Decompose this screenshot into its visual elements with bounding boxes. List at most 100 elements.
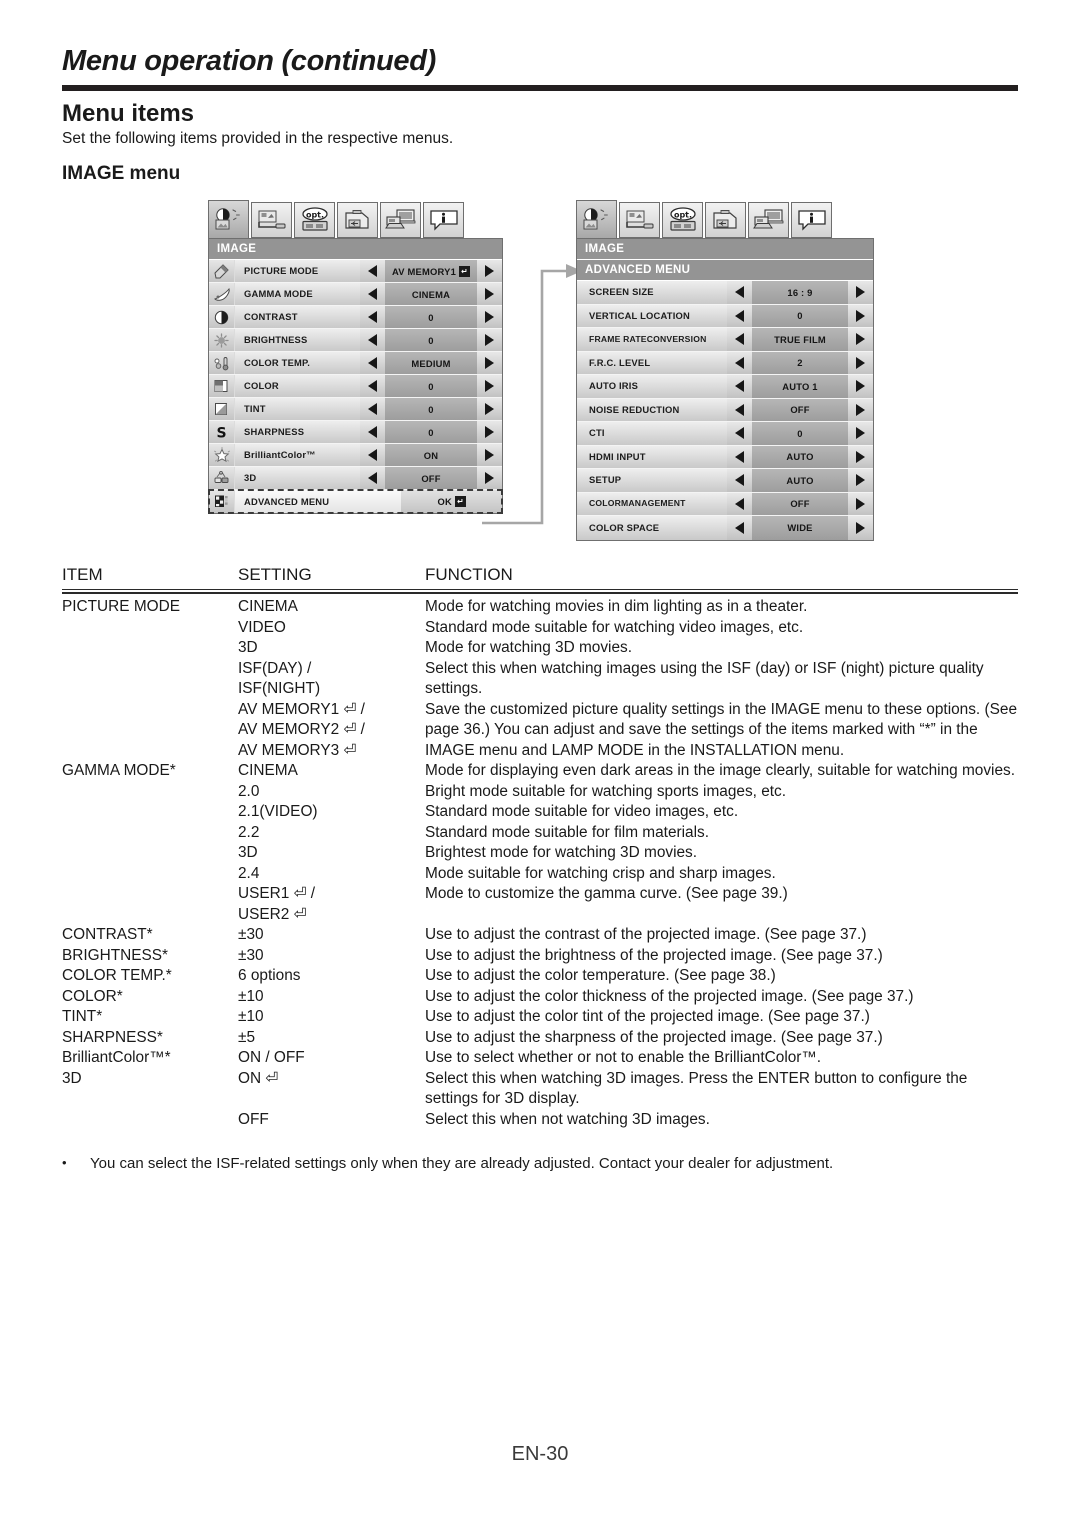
network-tab-icon[interactable]: [748, 202, 789, 238]
cell-item: TINT*: [62, 1008, 103, 1025]
section-title: Menu items: [62, 100, 195, 127]
osd-row-color-space[interactable]: COLOR SPACE WIDE: [577, 516, 873, 540]
osd-row-noise-reduction[interactable]: NOISE REDUCTION OFF: [577, 398, 873, 422]
osd-row-picture-mode[interactable]: PICTURE MODE AV MEMORY1 ↵: [209, 260, 502, 283]
right-arrow-icon[interactable]: [848, 516, 873, 540]
osd-value: AV MEMORY1 ↵: [385, 260, 477, 282]
osd-row-color[interactable]: COLOR 0: [209, 375, 502, 398]
right-arrow-icon[interactable]: [848, 422, 873, 445]
image-tab-icon[interactable]: [576, 200, 617, 238]
network-tab-icon[interactable]: [380, 202, 421, 238]
right-arrow-icon[interactable]: [848, 445, 873, 468]
left-arrow-icon[interactable]: [727, 445, 752, 468]
left-arrow-icon[interactable]: [360, 467, 385, 489]
left-arrow-icon[interactable]: [727, 398, 752, 421]
osd-row-color-management[interactable]: COLOR MANAGEMENT OFF: [577, 492, 873, 516]
osd-tab-bar: opt.: [576, 200, 874, 238]
osd-row-color-temp[interactable]: COLOR TEMP. MEDIUM: [209, 352, 502, 375]
right-arrow-icon[interactable]: [848, 492, 873, 515]
osd-value: 0: [385, 398, 477, 420]
right-arrow-icon[interactable]: [848, 351, 873, 374]
left-arrow-icon[interactable]: [360, 398, 385, 420]
cell-function: Use to adjust the brightness of the proj…: [425, 946, 883, 964]
three-d-icon: [209, 467, 235, 489]
osd-label: HDMI INPUT: [577, 445, 727, 468]
osd-header-image: IMAGE: [577, 239, 873, 260]
osd-row-advanced-menu[interactable]: ADVANCED MENU OK ↵: [208, 489, 503, 514]
option-tab-icon[interactable]: opt.: [662, 202, 703, 238]
table-row: COLOR TEMP.* 6 options Use to adjust the c…: [62, 966, 1018, 987]
osd-row-sharpness[interactable]: S SHARPNESS 0: [209, 421, 502, 444]
left-arrow-icon[interactable]: [727, 328, 752, 351]
installation-tab-icon[interactable]: [619, 202, 660, 238]
osd-row-cti[interactable]: CTI 0: [577, 422, 873, 446]
footnote: • You can select the ISF-related setting…: [62, 1155, 1018, 1172]
information-tab-icon[interactable]: [791, 202, 832, 238]
right-arrow-icon[interactable]: [848, 469, 873, 492]
section-intro: Set the following items provided in the …: [62, 130, 454, 147]
osd-row-contrast[interactable]: CONTRAST 0: [209, 306, 502, 329]
osd-value: AUTO: [752, 469, 848, 492]
left-arrow-icon[interactable]: [360, 306, 385, 328]
osd-row-hdmi-input[interactable]: HDMI INPUT AUTO: [577, 445, 873, 469]
left-arrow-icon[interactable]: [727, 281, 752, 304]
installation-tab-icon[interactable]: [251, 202, 292, 238]
left-arrow-icon[interactable]: [360, 421, 385, 443]
right-arrow-icon[interactable]: [848, 328, 873, 351]
osd-label: AUTO IRIS: [577, 375, 727, 398]
left-arrow-icon[interactable]: [360, 260, 385, 282]
left-arrow-icon[interactable]: [360, 352, 385, 374]
cell-function: Use to adjust the color thickness of the…: [425, 987, 914, 1005]
osd-row-setup[interactable]: SETUP AUTO: [577, 469, 873, 493]
osd-row-gamma-mode[interactable]: GAMMA MODE CINEMA: [209, 283, 502, 306]
option-tab-icon[interactable]: opt.: [294, 202, 335, 238]
right-arrow-icon[interactable]: [848, 375, 873, 398]
left-arrow-icon[interactable]: [360, 444, 385, 466]
osd-row-3d[interactable]: 3D OFF: [209, 467, 502, 490]
column-header-function: FUNCTION: [425, 565, 513, 584]
signal-tab-icon[interactable]: [705, 202, 746, 238]
osd-row-brightness[interactable]: BRIGHTNESS 0: [209, 329, 502, 352]
left-arrow-icon[interactable]: [360, 375, 385, 397]
left-arrow-icon[interactable]: [727, 492, 752, 515]
table-header-row: ITEM SETTING FUNCTION: [62, 565, 1018, 594]
osd-value: WIDE: [752, 516, 848, 540]
osd-row-frc-level[interactable]: F.R.C. LEVEL 2: [577, 351, 873, 375]
cell-function: Mode for displaying even dark areas in t…: [425, 762, 1015, 779]
osd-value: 0: [385, 375, 477, 397]
osd-value: AUTO 1: [752, 375, 848, 398]
cell-setting: 2.4: [238, 864, 260, 882]
cell-function: Standard mode suitable for watching vide…: [425, 618, 804, 636]
information-tab-icon[interactable]: [423, 202, 464, 238]
cell-setting: OFF: [238, 1110, 269, 1128]
right-arrow-icon[interactable]: [848, 304, 873, 327]
cell-setting: ISF(DAY) / ISF(NIGHT): [238, 659, 321, 698]
cell-item: COLOR TEMP.*: [62, 967, 172, 984]
osd-row-brilliantcolor[interactable]: BrilliantColor™ ON: [209, 444, 502, 467]
osd-row-tint[interactable]: TINT 0: [209, 398, 502, 421]
osd-row-auto-iris[interactable]: AUTO IRIS AUTO 1: [577, 375, 873, 399]
cell-function: Select this when watching 3D images. Pre…: [425, 1069, 968, 1108]
left-arrow-icon[interactable]: [727, 516, 752, 540]
signal-tab-icon[interactable]: [337, 202, 378, 238]
table-row: PICTURE MODE CINEMA Mode for watching movi…: [62, 597, 1018, 618]
left-arrow-icon[interactable]: [727, 375, 752, 398]
image-tab-icon[interactable]: [208, 200, 249, 238]
cell-function: Use to adjust the color tint of the proj…: [425, 1008, 870, 1025]
left-arrow-icon[interactable]: [360, 329, 385, 351]
left-arrow-icon[interactable]: [727, 351, 752, 374]
osd-row-frame-rate-conversion[interactable]: FRAME RATE CONVERSION TRUE FILM: [577, 328, 873, 352]
left-arrow-icon[interactable]: [360, 283, 385, 305]
left-arrow-icon[interactable]: [727, 469, 752, 492]
osd-label: COLOR TEMP.: [235, 352, 360, 374]
left-arrow-icon[interactable]: [727, 304, 752, 327]
osd-value: AUTO: [752, 445, 848, 468]
right-arrow-icon[interactable]: [848, 398, 873, 421]
table-row: VIDEO Standard mode suitable for watching…: [62, 618, 1018, 639]
osd-row-screen-size[interactable]: SCREEN SIZE 16 : 9: [577, 281, 873, 305]
cell-function: Select this when not watching 3D images.: [425, 1110, 710, 1128]
osd-row-vertical-location[interactable]: VERTICAL LOCATION 0: [577, 304, 873, 328]
right-arrow-icon[interactable]: [848, 281, 873, 304]
picture-mode-icon: [209, 260, 235, 282]
left-arrow-icon[interactable]: [727, 422, 752, 445]
